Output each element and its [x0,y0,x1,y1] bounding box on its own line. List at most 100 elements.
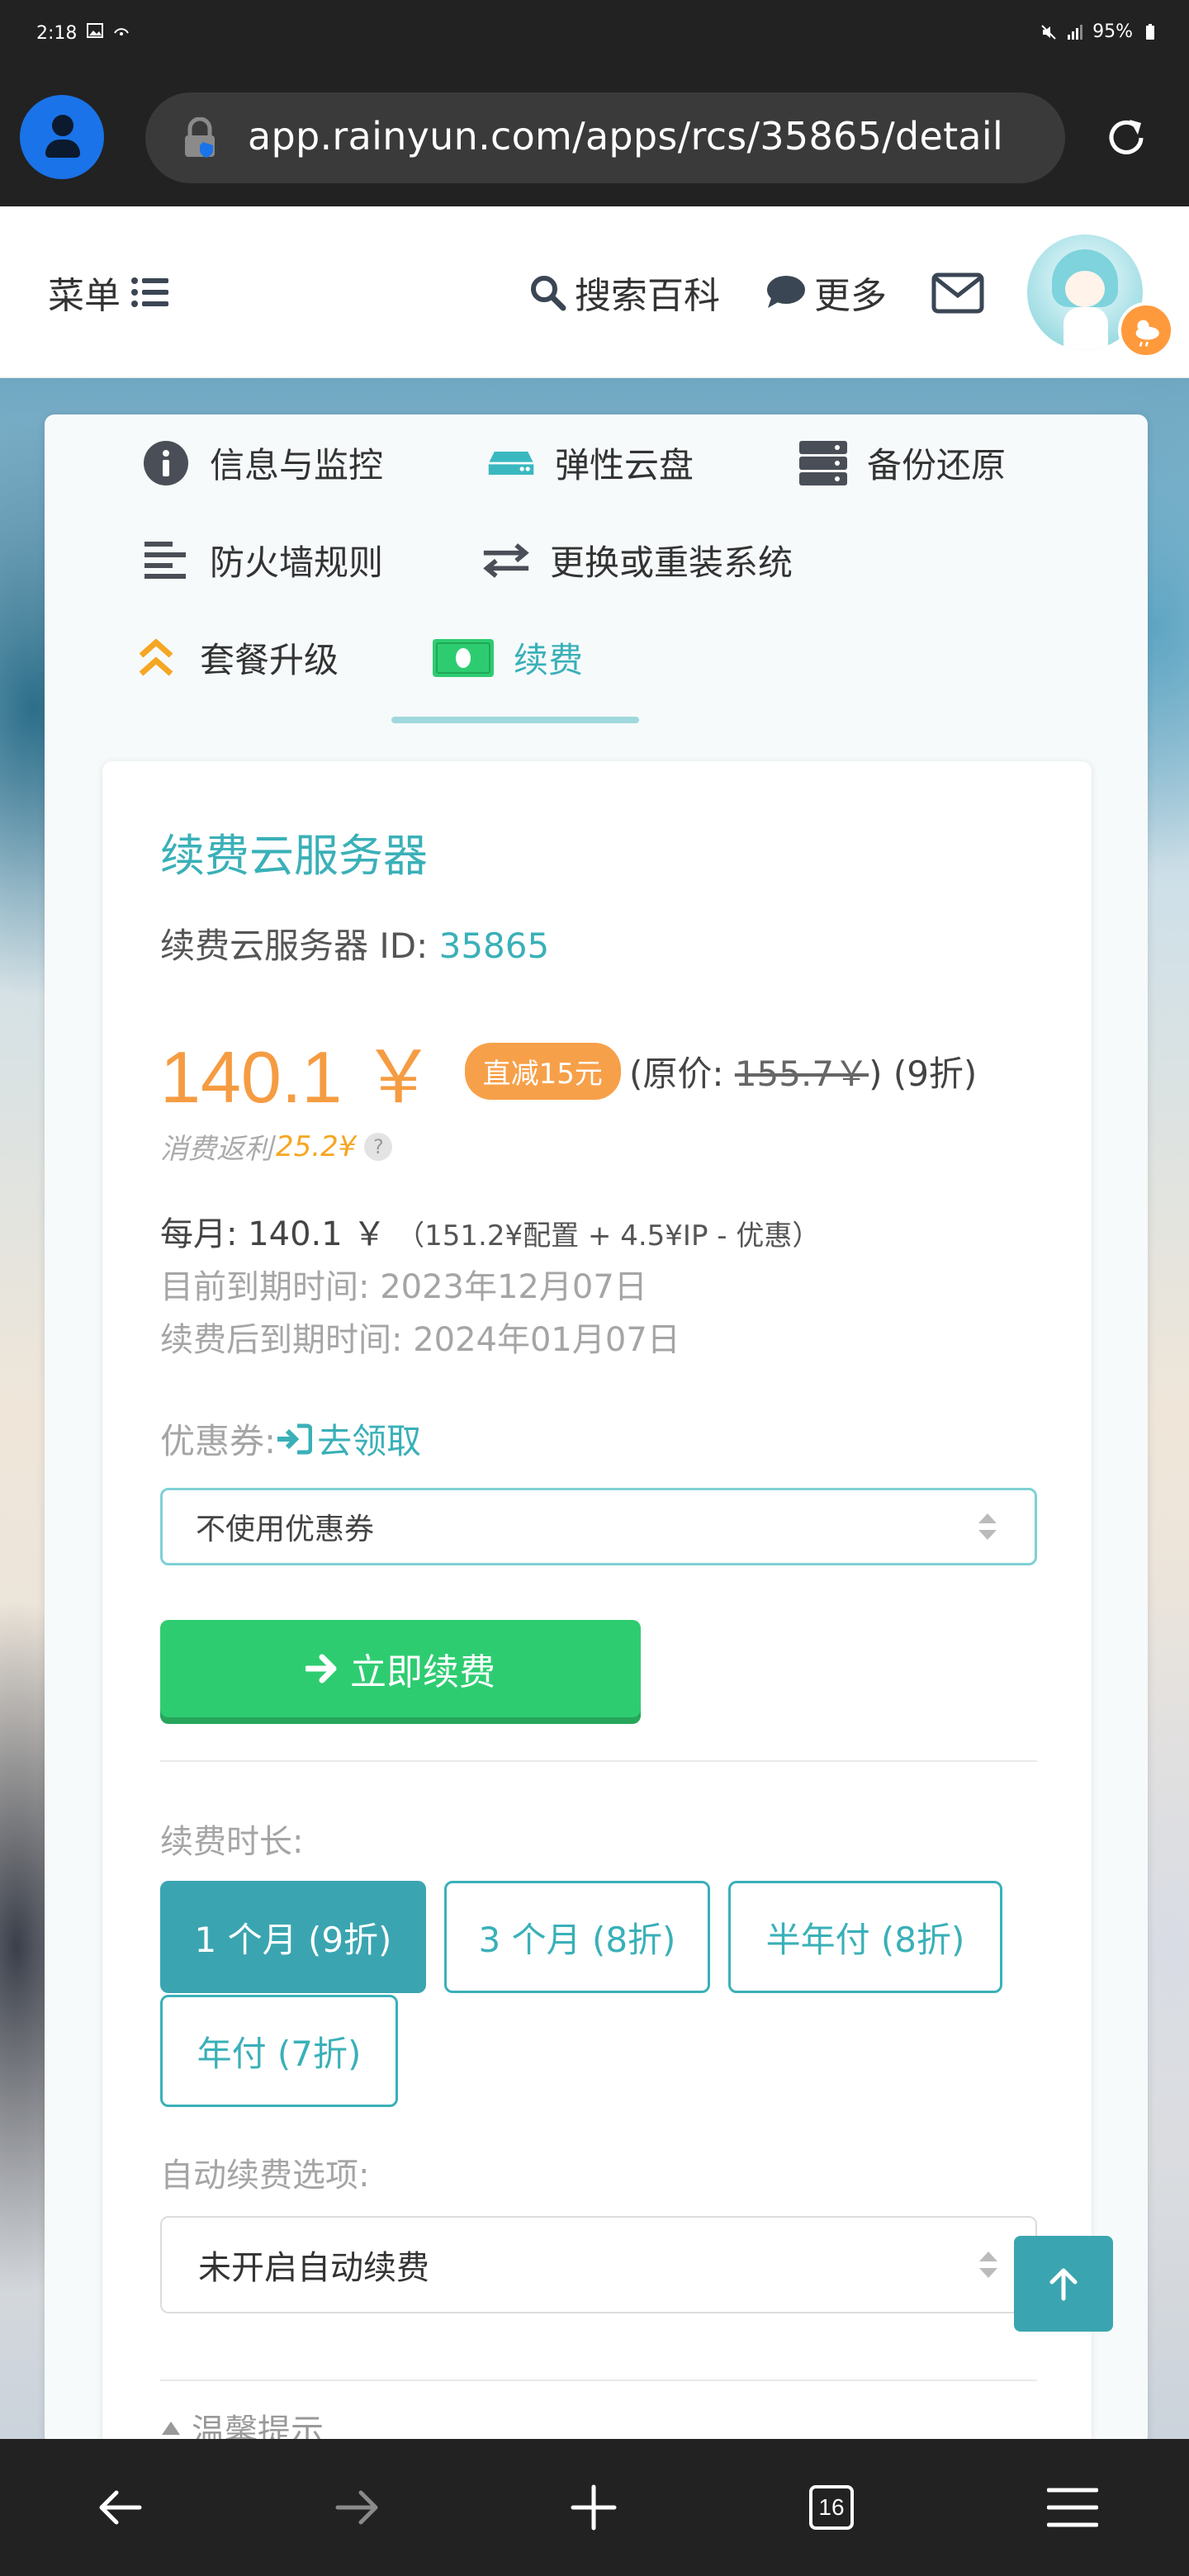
reload-icon[interactable] [1101,113,1151,163]
menu-label: 菜单 [48,275,121,317]
tab-renew[interactable]: 续费 [433,632,583,683]
battery-icon [1146,23,1154,40]
profile-button[interactable] [20,95,104,179]
mute-icon [1041,24,1056,40]
arrow-up-icon [1049,2268,1078,2301]
renew-price: 140.1 ￥ [160,1036,435,1118]
hotspot-icon [114,28,129,36]
original-price: (原价: 155.7￥) (9折) [628,1054,978,1094]
panel-title: 续费云服务器 [160,830,428,882]
monthly-price: 每月: 140.1 ￥ （151.2¥配置 + 4.5¥IP - 优惠） [160,1215,821,1253]
tab-label: 套餐升级 [200,640,339,680]
menu-button[interactable]: 菜单 [48,266,168,319]
server-detail-card: 信息与监控 弹性云盘 备份还原 防火墙规则 更换或重装系统 套餐升级 续费 续费… [45,414,1148,2451]
tab-firewall-rules[interactable]: 防火墙规则 [142,535,383,585]
lock-icon [185,117,215,158]
tab-label: 更换或重装系统 [550,542,793,583]
discount-badge: 直减15元 [464,1043,621,1100]
money-bill-icon [433,634,494,682]
arrow-right-icon [306,1654,337,1683]
tab-backup-restore[interactable]: 备份还原 [799,438,1006,488]
caret-up-icon [162,2422,180,2435]
sort-icon [978,1513,997,1540]
angle-double-up-icon [132,634,180,682]
coupon-label: 优惠券: 去领取 [160,1413,421,1464]
weather-icon [1118,302,1174,358]
sort-icon [979,2252,997,2278]
new-expiry: 续费后到期时间: 2024年01月07日 [160,1321,680,1359]
tab-label: 弹性云盘 [555,445,694,485]
exchange-icon [482,537,530,585]
auto-renew-select-value: 未开启自动续费 [198,2249,429,2287]
comment-icon [767,276,805,308]
plus-icon [571,2484,617,2531]
mail-icon[interactable] [931,272,984,314]
more-label: 更多 [814,275,887,317]
active-tab-indicator [391,717,639,723]
image-icon [87,23,103,38]
original-price-value: 155.7￥ [734,1054,869,1094]
align-left-icon [142,537,190,585]
sign-in-icon [277,1423,313,1454]
more-link[interactable]: 更多 [766,266,887,319]
back-to-top-button[interactable] [1014,2236,1113,2332]
current-expiry: 目前到期时间: 2023年12月07日 [160,1268,647,1306]
tab-label: 信息与监控 [210,445,384,485]
coupon-select-value: 不使用优惠券 [196,1513,375,1546]
duration-option-half-year[interactable]: 半年付 (8折) [728,1881,1002,1993]
auto-renew-label: 自动续费选项: [160,2157,370,2195]
server-id-label: 续费云服务器 ID: [160,926,439,966]
tab-elastic-disk[interactable]: 弹性云盘 [487,438,694,488]
forward-button[interactable] [327,2477,388,2538]
list-icon [131,277,168,307]
rebate-value: 25.2¥ [276,1129,357,1163]
browser-toolbar: app.rainyun.com/apps/rcs/35865/detail [0,69,1189,206]
duration-option-1-month[interactable]: 1 个月 (9折) [160,1881,426,1993]
browser-menu-button[interactable] [1042,2477,1103,2538]
new-tab-button[interactable] [563,2477,624,2538]
tab-label: 防火墙规则 [210,542,384,583]
arrow-right-icon [335,2490,378,2525]
url-text: app.rainyun.com/apps/rcs/35865/detail [248,114,1004,159]
info-circle-icon [142,439,190,487]
arrow-left-icon [99,2490,142,2525]
tabs-button[interactable]: 16 [801,2477,862,2538]
divider [160,1760,1037,1762]
search-wiki-link[interactable]: 搜索百科 [528,266,720,319]
renew-panel: 续费云服务器 续费云服务器 ID: 35865 140.1 ￥ 直减15元 (原… [102,761,1092,2451]
user-icon [52,115,73,136]
site-header: 菜单 搜索百科 更多 [0,206,1189,378]
divider [160,2379,1037,2381]
renew-now-button[interactable]: 立即续费 [160,1620,641,1717]
tab-label: 备份还原 [867,445,1007,485]
duration-label: 续费时长: [160,1823,304,1861]
status-time: 2:18 [36,23,78,44]
hamburger-icon [1047,2488,1098,2527]
back-button[interactable] [89,2477,150,2538]
duration-option-3-months[interactable]: 3 个月 (8折) [444,1881,710,1993]
search-icon [531,276,566,311]
tab-info-monitor[interactable]: 信息与监控 [142,438,383,488]
status-bar: 2:18 95% [0,0,1189,69]
server-id-value: 35865 [438,926,550,966]
signal-icon [1068,24,1083,40]
help-icon[interactable]: ? [364,1132,393,1161]
monthly-breakdown: （151.2¥配置 + 4.5¥IP - 优惠） [396,1219,821,1252]
detail-tabs: 信息与监控 弹性云盘 备份还原 防火墙规则 更换或重装系统 套餐升级 续费 [45,414,1148,745]
auto-renew-select[interactable]: 未开启自动续费 [160,2216,1037,2313]
tab-plan-upgrade[interactable]: 套餐升级 [132,632,339,683]
server-id-line: 续费云服务器 ID: 35865 [160,918,549,968]
server-icon [799,439,847,487]
tab-change-os[interactable]: 更换或重装系统 [482,535,793,585]
duration-option-year[interactable]: 年付 (7折) [160,1995,398,2107]
browser-bottom-bar: 16 [0,2439,1189,2576]
tab-label: 续费 [514,640,584,680]
search-wiki-label: 搜索百科 [575,275,720,317]
tab-count: 16 [809,2485,854,2530]
coupon-select[interactable]: 不使用优惠券 [160,1488,1037,1565]
battery-level: 95% [1092,21,1133,42]
address-bar[interactable]: app.rainyun.com/apps/rcs/35865/detail [145,92,1065,183]
hdd-icon [487,439,535,487]
claim-coupon-link[interactable]: 去领取 [276,1413,421,1464]
renew-now-label: 立即续费 [350,1651,495,1693]
